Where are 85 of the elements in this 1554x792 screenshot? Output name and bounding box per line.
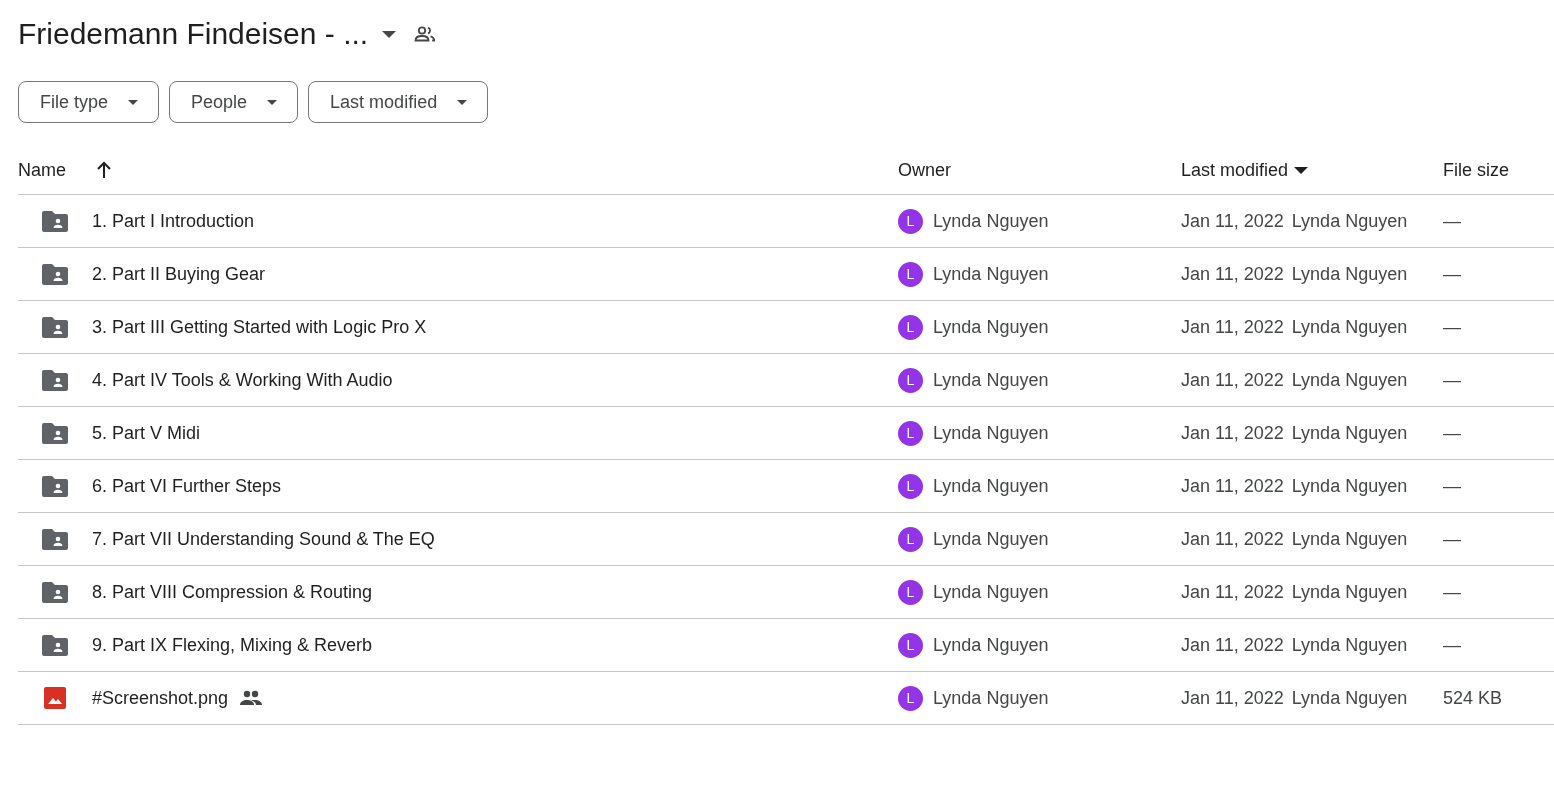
owner-name: Lynda Nguyen [933, 210, 1049, 232]
owner-name: Lynda Nguyen [933, 422, 1049, 444]
owner-name: Lynda Nguyen [933, 581, 1049, 603]
file-size: — [1443, 369, 1461, 391]
shared-folder-icon [42, 581, 68, 603]
shared-folder-icon [42, 210, 68, 232]
file-name[interactable]: 6. Part VI Further Steps [92, 475, 282, 497]
owner-name: Lynda Nguyen [933, 634, 1049, 656]
modified-date: Jan 11, 2022 [1181, 475, 1284, 497]
caret-icon [382, 30, 397, 38]
modified-date: Jan 11, 2022 [1181, 316, 1284, 338]
file-name[interactable]: 8. Part VIII Compression & Routing [92, 581, 373, 603]
modified-date: Jan 11, 2022 [1181, 687, 1284, 709]
modified-by: Lynda Nguyen [1291, 263, 1408, 285]
file-name[interactable]: 5. Part V Midi [92, 422, 201, 444]
caret-icon [457, 99, 468, 105]
modified-date: Jan 11, 2022 [1181, 528, 1284, 550]
column-header[interactable]: Name [18, 159, 66, 181]
modified-by: Lynda Nguyen [1291, 369, 1408, 391]
owner-avatar: L [898, 473, 923, 499]
caret-icon [128, 99, 139, 105]
modified-date: Jan 11, 2022 [1181, 581, 1284, 603]
owner-name: Lynda Nguyen [933, 528, 1049, 550]
owner-name: Lynda Nguyen [933, 475, 1049, 497]
modified-date: Jan 11, 2022 [1181, 422, 1284, 444]
file-name[interactable]: 4. Part IV Tools & Working With Audio [92, 369, 393, 391]
file-name[interactable]: 7. Part VII Understanding Sound & The EQ [92, 528, 435, 550]
column-header[interactable]: Last modified [1181, 159, 1309, 181]
filter-chip[interactable]: Last modified [308, 81, 489, 123]
file-name[interactable]: 2. Part II Buying Gear [92, 263, 266, 285]
file-size: 524 KB [1443, 687, 1503, 709]
owner-avatar: L [898, 685, 923, 711]
modified-by: Lynda Nguyen [1291, 687, 1408, 709]
modified-date: Jan 11, 2022 [1181, 210, 1284, 232]
shared-folder-icon [42, 528, 68, 550]
owner-avatar: L [898, 579, 923, 605]
file-name[interactable]: 1. Part I Introduction [92, 210, 255, 232]
owner-avatar: L [898, 208, 923, 234]
owner-name: Lynda Nguyen [933, 263, 1049, 285]
modified-date: Jan 11, 2022 [1181, 263, 1284, 285]
modified-by: Lynda Nguyen [1291, 581, 1408, 603]
modified-date: Jan 11, 2022 [1181, 369, 1284, 391]
file-size: — [1443, 581, 1461, 603]
owner-avatar: L [898, 632, 923, 658]
file-size: — [1443, 528, 1461, 550]
shared-folder-icon [42, 316, 68, 338]
modified-by: Lynda Nguyen [1291, 528, 1408, 550]
folder-title-dropdown[interactable]: Friedemann Findeisen - ... [18, 17, 401, 51]
owner-avatar: L [898, 261, 923, 287]
filter-chip[interactable]: People [169, 81, 299, 123]
column-header[interactable]: Owner [898, 159, 951, 181]
file-size: — [1443, 475, 1461, 497]
caret-icon [267, 99, 278, 105]
file-size: — [1443, 210, 1461, 232]
column-header[interactable]: File size [1443, 159, 1509, 181]
file-size: — [1443, 316, 1461, 338]
file-size: — [1443, 263, 1461, 285]
people-icon [240, 690, 263, 706]
owner-avatar: L [898, 314, 923, 340]
people-icon [414, 26, 437, 42]
file-name[interactable]: 9. Part IX Flexing, Mixing & Reverb [92, 634, 373, 656]
file-name[interactable]: 3. Part III Getting Started with Logic Pro X [92, 316, 427, 338]
shared-folder-icon [42, 263, 68, 285]
modified-by: Lynda Nguyen [1291, 210, 1408, 232]
file-name[interactable]: #Screenshot.png [92, 687, 229, 709]
filter-chip[interactable]: File type [18, 81, 160, 123]
owner-name: Lynda Nguyen [933, 369, 1049, 391]
owner-name: Lynda Nguyen [933, 316, 1049, 338]
owner-avatar: L [898, 420, 923, 446]
modified-by: Lynda Nguyen [1291, 316, 1408, 338]
modified-by: Lynda Nguyen [1291, 422, 1408, 444]
file-size: — [1443, 422, 1461, 444]
owner-avatar: L [898, 367, 923, 393]
modified-by: Lynda Nguyen [1291, 475, 1408, 497]
shared-folder-icon [42, 634, 68, 656]
shared-folder-icon [42, 475, 68, 497]
owner-avatar: L [898, 526, 923, 552]
shared-folder-icon [42, 422, 68, 444]
owner-name: Lynda Nguyen [933, 687, 1049, 709]
modified-by: Lynda Nguyen [1291, 634, 1408, 656]
shared-folder-icon [42, 369, 68, 391]
modified-date: Jan 11, 2022 [1181, 634, 1284, 656]
sort-ascending-button[interactable] [96, 161, 112, 179]
file-size: — [1443, 634, 1461, 656]
image-file-icon [44, 687, 66, 709]
